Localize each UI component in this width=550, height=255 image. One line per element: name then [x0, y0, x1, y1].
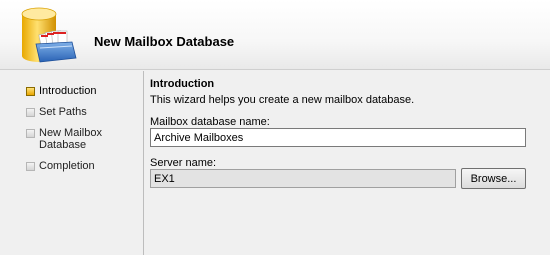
step-completion[interactable]: Completion	[26, 160, 95, 172]
wizard-header: New Mailbox Database	[0, 0, 550, 70]
step-label: Completion	[39, 160, 95, 172]
step-status-icon	[26, 87, 35, 96]
server-name-label: Server name:	[150, 157, 217, 169]
db-name-label: Mailbox database name:	[150, 116, 270, 128]
wizard-steps-sidebar: Introduction Set Paths New Mailbox Datab…	[0, 71, 144, 255]
page-description: This wizard helps you create a new mailb…	[150, 94, 415, 106]
step-set-paths[interactable]: Set Paths	[26, 106, 87, 118]
browse-button[interactable]: Browse...	[461, 168, 526, 189]
step-label: Set Paths	[39, 106, 87, 118]
page-title: Introduction	[150, 78, 215, 90]
step-status-icon	[26, 129, 35, 138]
step-status-icon	[26, 162, 35, 171]
step-status-icon	[26, 108, 35, 117]
step-label: Introduction	[39, 85, 97, 97]
mailbox-database-icon	[21, 7, 77, 63]
step-label: New Mailbox Database	[39, 127, 102, 151]
step-introduction[interactable]: Introduction	[26, 85, 96, 97]
server-name-input[interactable]	[150, 169, 456, 188]
db-name-input[interactable]	[150, 128, 526, 147]
step-new-mailbox-database[interactable]: New Mailbox Database	[26, 127, 117, 151]
wizard-title: New Mailbox Database	[94, 34, 235, 49]
wizard-content: Introduction This wizard helps you creat…	[150, 71, 550, 255]
